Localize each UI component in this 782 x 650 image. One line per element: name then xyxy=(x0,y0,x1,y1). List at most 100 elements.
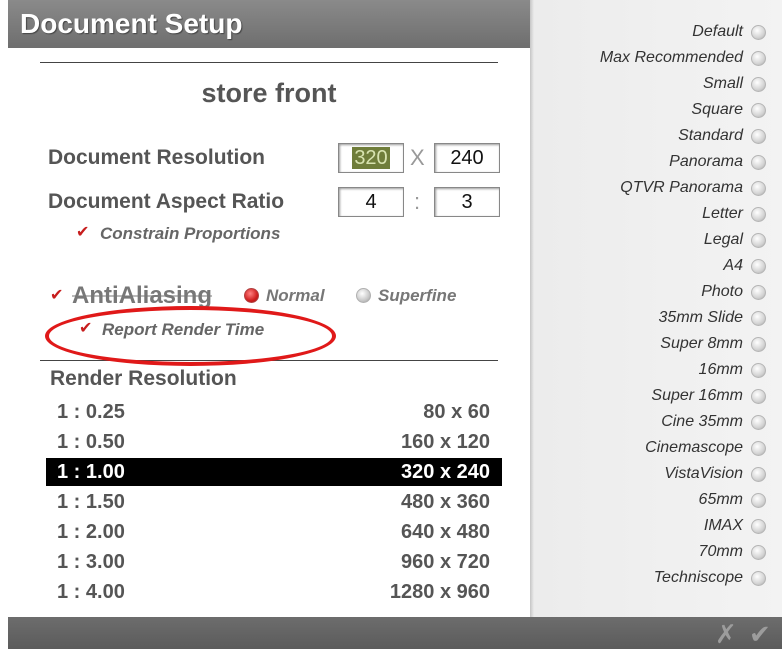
render-resolution-title: Render Resolution xyxy=(50,367,237,390)
render-row[interactable]: 1 : 2.00 640 x 480 xyxy=(46,518,502,546)
preset-item-65mm[interactable]: 65mm xyxy=(699,487,766,513)
render-row-dims: 160 x 120 xyxy=(401,431,490,453)
render-row-dims: 480 x 360 xyxy=(401,491,490,513)
preset-panel: Default Max Recommended Small Square Sta… xyxy=(530,0,782,617)
preset-radio[interactable] xyxy=(751,362,766,378)
preset-item-legal[interactable]: Legal xyxy=(704,227,766,253)
preset-label: Super 8mm xyxy=(660,335,743,352)
render-row[interactable]: 1 : 0.25 80 x 60 xyxy=(46,398,502,426)
preset-item-max-recommended[interactable]: Max Recommended xyxy=(600,45,766,71)
preset-radio[interactable] xyxy=(751,206,766,222)
preset-item-35mm-slide[interactable]: 35mm Slide xyxy=(659,305,766,331)
ok-button[interactable]: ✔ xyxy=(749,619,771,650)
resolution-height-field[interactable]: 240 xyxy=(434,143,500,173)
preset-radio[interactable] xyxy=(751,336,766,352)
constrain-label: Constrain Proportions xyxy=(100,224,281,243)
preset-item-letter[interactable]: Letter xyxy=(702,201,766,227)
superfine-radio[interactable] xyxy=(356,288,371,303)
preset-radio[interactable] xyxy=(751,180,766,196)
bottom-bar: ✗ ✔ xyxy=(8,617,782,649)
normal-radio[interactable] xyxy=(244,288,259,303)
divider-top xyxy=(40,62,498,63)
preset-label: Standard xyxy=(678,127,743,144)
preset-radio[interactable] xyxy=(751,50,766,66)
preset-radio[interactable] xyxy=(751,258,766,274)
preset-label: Legal xyxy=(703,231,743,248)
preset-label: QTVR Panorama xyxy=(620,179,743,196)
render-row-ratio: 1 : 1.50 xyxy=(57,491,125,513)
resolution-separator: X xyxy=(410,145,425,170)
document-name[interactable]: store front xyxy=(40,78,498,109)
preset-radio[interactable] xyxy=(751,518,766,534)
preset-radio[interactable] xyxy=(751,440,766,456)
resolution-label: Document Resolution xyxy=(48,146,266,169)
preset-label: 65mm xyxy=(698,491,743,508)
preset-item-square[interactable]: Square xyxy=(691,97,766,123)
preset-item-16mm[interactable]: 16mm xyxy=(699,357,766,383)
dialog-title: Document Setup xyxy=(20,8,243,39)
preset-radio[interactable] xyxy=(751,466,766,482)
preset-item-default[interactable]: Default xyxy=(692,19,766,45)
render-row[interactable]: 1 : 1.50 480 x 360 xyxy=(46,488,502,516)
resolution-width-field[interactable]: 320 xyxy=(338,143,404,173)
preset-item-vistavision[interactable]: VistaVision xyxy=(664,461,766,487)
preset-label: Techniscope xyxy=(653,569,743,586)
preset-label: 16mm xyxy=(698,361,743,378)
preset-radio[interactable] xyxy=(751,128,766,144)
preset-radio[interactable] xyxy=(751,284,766,300)
preset-label: Photo xyxy=(701,283,743,300)
preset-radio[interactable] xyxy=(751,310,766,326)
preset-radio[interactable] xyxy=(751,76,766,92)
render-row[interactable]: 1 : 0.50 160 x 120 xyxy=(46,428,502,456)
render-row-ratio: 1 : 3.00 xyxy=(57,551,125,573)
preset-radio[interactable] xyxy=(751,414,766,430)
preset-item-techniscope[interactable]: Techniscope xyxy=(654,565,766,591)
aspect-width-field[interactable]: 4 xyxy=(338,187,404,217)
preset-item-cinemascope[interactable]: Cinemascope xyxy=(645,435,766,461)
preset-radio[interactable] xyxy=(751,492,766,508)
preset-radio[interactable] xyxy=(751,24,766,40)
render-row[interactable]: 1 : 4.00 1280 x 960 xyxy=(46,578,502,606)
preset-item-a4[interactable]: A4 xyxy=(723,253,766,279)
preset-label: Cine 35mm xyxy=(661,413,743,430)
preset-item-70mm[interactable]: 70mm xyxy=(699,539,766,565)
preset-radio[interactable] xyxy=(751,570,766,586)
antialiasing-checkbox[interactable]: ✔ xyxy=(50,288,64,304)
preset-label: Super 16mm xyxy=(651,387,743,404)
render-row-selected[interactable]: 1 : 1.00 320 x 240 xyxy=(46,458,502,486)
preset-label: 70mm xyxy=(698,543,743,560)
render-row-ratio: 1 : 0.25 xyxy=(57,401,125,423)
constrain-checkbox[interactable]: ✔ xyxy=(76,225,90,241)
preset-label: Small xyxy=(702,75,743,92)
preset-item-photo[interactable]: Photo xyxy=(701,279,766,305)
render-row-ratio: 1 : 1.00 xyxy=(57,461,125,483)
preset-label: Panorama xyxy=(669,153,743,170)
preset-item-standard[interactable]: Standard xyxy=(678,123,766,149)
aspect-height-field[interactable]: 3 xyxy=(434,187,500,217)
cancel-button[interactable]: ✗ xyxy=(715,619,737,650)
preset-radio[interactable] xyxy=(751,154,766,170)
title-bar: Document Setup xyxy=(8,0,530,50)
preset-item-panorama[interactable]: Panorama xyxy=(669,149,766,175)
preset-label: Letter xyxy=(702,205,743,222)
render-row-dims: 320 x 240 xyxy=(401,461,490,483)
preset-label: IMAX xyxy=(703,517,743,534)
preset-label: 35mm Slide xyxy=(658,309,743,326)
preset-item-super-16mm[interactable]: Super 16mm xyxy=(651,383,766,409)
preset-item-qtvr-panorama[interactable]: QTVR Panorama xyxy=(620,175,766,201)
preset-item-super-8mm[interactable]: Super 8mm xyxy=(660,331,766,357)
document-setup-dialog: Document Setup store front Document Reso… xyxy=(0,0,782,649)
preset-item-imax[interactable]: IMAX xyxy=(704,513,766,539)
preset-radio[interactable] xyxy=(751,232,766,248)
render-row-dims: 960 x 720 xyxy=(401,551,490,573)
preset-radio[interactable] xyxy=(751,102,766,118)
preset-label: Cinemascope xyxy=(645,439,743,456)
render-row-ratio: 1 : 0.50 xyxy=(57,431,125,453)
preset-item-cine-35mm[interactable]: Cine 35mm xyxy=(661,409,766,435)
preset-label: Square xyxy=(691,101,743,118)
preset-item-small[interactable]: Small xyxy=(703,71,766,97)
preset-radio[interactable] xyxy=(751,544,766,560)
preset-radio[interactable] xyxy=(751,388,766,404)
preset-label: A4 xyxy=(723,257,743,274)
render-row[interactable]: 1 : 3.00 960 x 720 xyxy=(46,548,502,576)
